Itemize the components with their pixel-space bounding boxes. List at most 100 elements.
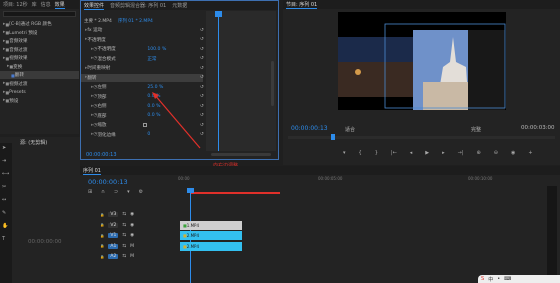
ime-mode-icon[interactable]: 中: [488, 276, 493, 283]
tab-sequence[interactable]: 序列 01: [83, 167, 101, 175]
timeline-playhead-handle[interactable]: [187, 188, 194, 193]
source-clip-label[interactable]: 主要 * 2.MP4: [84, 18, 112, 25]
pen-icon[interactable]: ✎: [2, 210, 9, 216]
out-point-icon[interactable]: }: [375, 150, 378, 156]
go-to-in-icon[interactable]: |←: [391, 150, 397, 156]
step-back-icon[interactable]: ◂: [410, 150, 413, 156]
slip-icon[interactable]: ↔: [2, 197, 9, 203]
add-button-icon[interactable]: +: [528, 150, 532, 156]
mute-icon[interactable]: M: [130, 254, 134, 259]
search-input[interactable]: [3, 11, 76, 17]
clip[interactable]: ■ 1.MP4: [180, 220, 242, 230]
sync-lock-icon[interactable]: ⇆: [122, 244, 126, 249]
effect-list-item[interactable]: ▸ ■ [C-B]通过 RGB 颜色: [0, 20, 79, 28]
sync-lock-icon[interactable]: ⇆: [122, 233, 126, 238]
effect-list-item[interactable]: ■ 翻转: [0, 71, 79, 79]
sequence-clip-label[interactable]: 序列 01 * 2.MP4: [118, 18, 153, 25]
track-select-icon[interactable]: ⇥: [2, 158, 9, 164]
track-name[interactable]: A2: [108, 254, 119, 259]
reset-icon[interactable]: ↺: [200, 56, 204, 61]
sync-lock-icon[interactable]: ⇆: [122, 254, 126, 259]
tab-audio-mixer[interactable]: 音频剪辑混合器: 序列 01: [110, 2, 166, 9]
effect-param-row[interactable]: ▸ ◷ 不透明度 100.0 % ↺: [81, 45, 204, 53]
selection-tool-icon[interactable]: ➤: [2, 145, 9, 151]
effect-list-item[interactable]: ▸ ■ 音频效果: [0, 37, 79, 45]
track-name[interactable]: V1: [108, 233, 119, 238]
reset-icon[interactable]: ↺: [200, 47, 204, 52]
timeline-timecode[interactable]: 00:00:00:13: [88, 178, 128, 186]
tab-metadata[interactable]: 元数据: [172, 2, 187, 9]
tab-program[interactable]: 节目: 序列 01: [286, 1, 318, 9]
clip[interactable]: ■ 2.MP4: [180, 231, 242, 240]
step-forward-icon[interactable]: ▸: [442, 150, 445, 156]
scrollbar[interactable]: [271, 61, 274, 106]
razor-icon[interactable]: ✂: [2, 184, 9, 190]
eye-icon[interactable]: ◉: [130, 223, 134, 228]
tab-effects[interactable]: 效果: [54, 1, 65, 9]
reset-icon[interactable]: ↺: [200, 37, 204, 42]
program-scrubber[interactable]: [288, 136, 555, 139]
effect-param-row[interactable]: ▸ fx 运动 ↺: [81, 26, 204, 34]
input-method-icon[interactable]: S: [481, 276, 484, 282]
param-value[interactable]: 正常: [147, 56, 156, 62]
go-to-out-icon[interactable]: →|: [458, 150, 464, 156]
in-point-icon[interactable]: {: [359, 150, 362, 156]
timeline-track[interactable]: 🔒 V3 ⇆ ◉: [80, 210, 520, 219]
eye-icon[interactable]: ◉: [130, 233, 134, 238]
effect-param-row[interactable]: ▸ ◷ 混合模式 正常 ↺: [81, 55, 204, 63]
reset-icon[interactable]: ↺: [200, 85, 204, 90]
effect-list-item[interactable]: ▸ ■ Presets: [0, 88, 79, 96]
lock-icon[interactable]: 🔒: [100, 213, 104, 217]
track-name[interactable]: A1: [108, 243, 119, 249]
effect-param-row[interactable]: ▸ 翻转 ↺: [81, 73, 204, 82]
timeline-track[interactable]: 🔒 A1 ⇆ M ■ 2.MP4: [80, 241, 520, 251]
effect-list-item[interactable]: ▸ ■ 音频过渡: [0, 46, 79, 54]
lift-icon[interactable]: ⊕: [477, 150, 481, 156]
track-name[interactable]: V2: [108, 222, 119, 228]
nest-icon[interactable]: ⊞: [88, 189, 92, 195]
ime-punct-icon[interactable]: •: [497, 276, 500, 282]
wrench-icon[interactable]: ⚙: [139, 189, 143, 195]
effect-param-row[interactable]: ▸ 不透明度 ↺: [81, 36, 204, 44]
source-title[interactable]: 源: (无剪辑): [20, 139, 47, 146]
type-icon[interactable]: T: [2, 236, 9, 242]
timeline-track[interactable]: 🔒 V2 ⇆ ◉ ■ 1.MP4: [80, 220, 520, 230]
ripple-edit-icon[interactable]: ⟷: [2, 171, 9, 177]
tab-info[interactable]: 信息: [41, 1, 51, 8]
timeline-ruler[interactable]: 00:00 00:00:05:00 00:00:10:00: [178, 176, 548, 196]
track-name[interactable]: V3: [108, 212, 119, 217]
program-timecode[interactable]: 00:00:00:13: [291, 125, 328, 132]
program-playhead[interactable]: [331, 134, 335, 140]
reset-icon[interactable]: ↺: [200, 75, 204, 80]
effect-list-item[interactable]: ▸ ■ 预设: [0, 97, 79, 105]
tab-library[interactable]: 库: [32, 1, 37, 8]
lock-icon[interactable]: 🔒: [100, 223, 104, 227]
lock-icon[interactable]: 🔒: [100, 234, 104, 238]
mute-icon[interactable]: M: [130, 244, 134, 249]
eye-icon[interactable]: ◉: [130, 212, 134, 217]
sync-lock-icon[interactable]: ⇆: [122, 223, 126, 228]
fit-dropdown[interactable]: 适合: [345, 126, 355, 133]
scale-checkbox[interactable]: [143, 123, 148, 127]
param-value[interactable]: 100.0 %: [147, 47, 166, 52]
quality-dropdown[interactable]: 完整: [471, 126, 481, 133]
tab-project[interactable]: 项目: 12秒: [3, 1, 28, 8]
extract-icon[interactable]: ⊖: [494, 150, 498, 156]
play-icon[interactable]: ▶: [425, 150, 429, 156]
effect-list-item[interactable]: ▸ ■ 变换: [0, 63, 79, 71]
add-marker-icon[interactable]: ▾: [127, 189, 130, 195]
timeline-track[interactable]: 🔒 V1 ⇆ ◉ ■ 2.MP4: [80, 231, 520, 240]
effect-list-item[interactable]: ▸ ■ 视频过渡: [0, 80, 79, 88]
clip[interactable]: ■ 2.MP4: [180, 241, 242, 251]
ime-keyboard-icon[interactable]: ⌨: [504, 276, 511, 282]
work-area-bar[interactable]: [190, 192, 280, 194]
hand-icon[interactable]: ✋: [2, 223, 9, 229]
timeline-track[interactable]: 🔒 A2 ⇆ M: [80, 252, 520, 261]
param-value[interactable]: 25.0 %: [147, 85, 163, 90]
video-frame[interactable]: [338, 12, 506, 110]
reset-icon[interactable]: ↺: [200, 66, 204, 71]
lock-icon[interactable]: 🔒: [100, 244, 104, 248]
snap-icon[interactable]: ∩: [101, 189, 105, 195]
effect-list-item[interactable]: ▸ ■ 视频效果: [0, 54, 79, 62]
marker-icon[interactable]: ▾: [343, 150, 346, 156]
